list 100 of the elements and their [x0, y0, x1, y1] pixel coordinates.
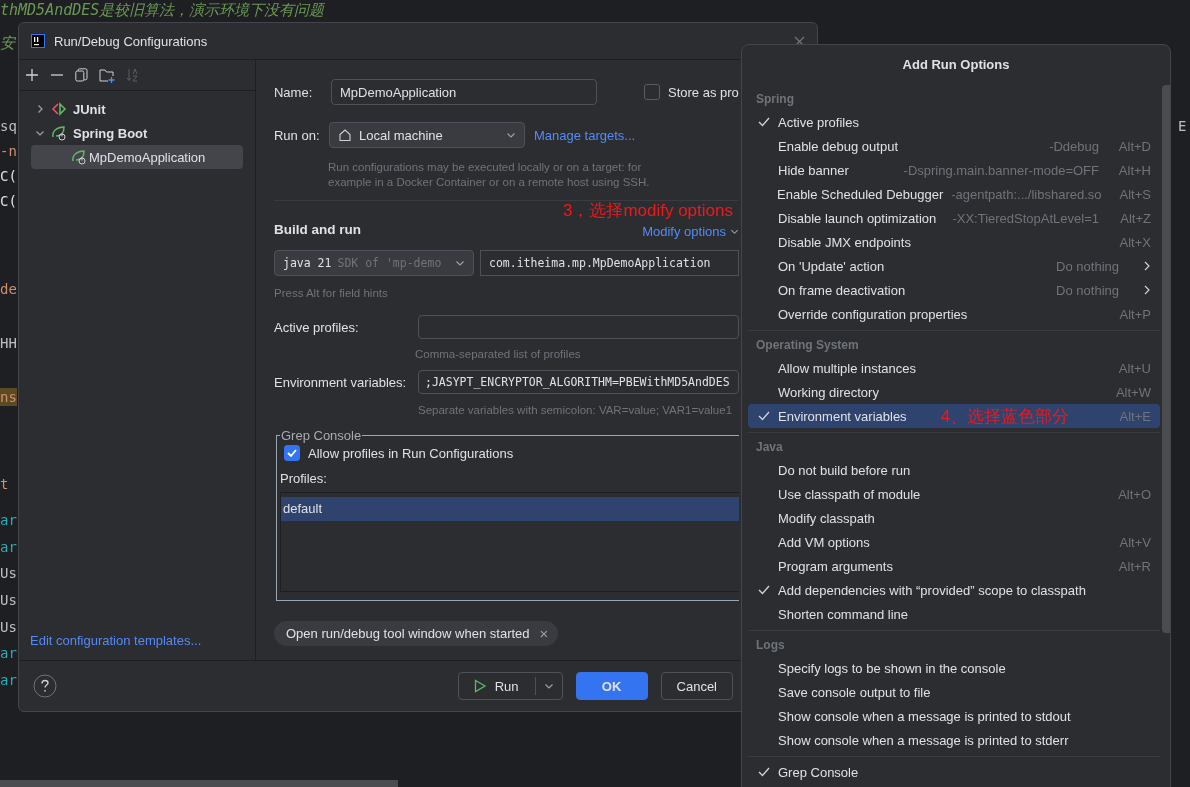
menu-item-label: Shorten command line [778, 606, 909, 622]
menu-item[interactable]: Do not build before run [748, 458, 1160, 482]
popup-title: Add Run Options [901, 56, 1011, 74]
field-label: Active profiles: [274, 319, 360, 335]
tree-item[interactable]: JUnit [31, 97, 243, 121]
shortcut-text: Alt+D [1117, 138, 1151, 154]
section-header: Logs [755, 637, 786, 654]
code-fragment: ns [0, 388, 17, 406]
chevron-right-icon [1143, 285, 1151, 295]
menu-item[interactable]: Specify logs to be shown in the console [748, 656, 1160, 680]
edit-templates-link[interactable]: Edit configuration templates... [19, 633, 255, 660]
menu-item[interactable]: Enable debug output -Ddebug Alt+D [748, 134, 1160, 158]
environment-variables-field[interactable]: ;JASYPT_ENCRYPTOR_ALGORITHM=PBEWithMD5AndDES [418, 370, 739, 394]
checkbox-label: Store as pro [668, 84, 739, 100]
close-icon[interactable] [794, 35, 805, 47]
menu-item-label: Active profiles [778, 114, 859, 130]
shortcut-text: Alt+Z [1119, 210, 1151, 226]
list-item[interactable]: default [281, 497, 739, 521]
code-fragment: Us [0, 591, 17, 609]
scrollbar[interactable] [0, 780, 398, 787]
menu-item[interactable]: Override configuration properties Alt+P [748, 302, 1160, 326]
add-icon[interactable] [25, 68, 39, 82]
menu-item[interactable]: Environment variables 4、选择蓝色部分 Alt+E [748, 404, 1160, 428]
menu-item[interactable]: Show console when a message is printed to stderr [748, 728, 1160, 752]
scrollbar-thumb[interactable] [1162, 85, 1170, 633]
section-header: Java [755, 439, 784, 456]
menu-item[interactable]: Hide banner -Dspring.main.banner-mode=OFF Alt+H [748, 158, 1160, 182]
jdk-dropdown[interactable]: java 21 SDK of 'mp-demo [274, 250, 474, 276]
code-fragment: ar [0, 538, 17, 556]
hint-text: Run configurations may be executed locally or on a target: for example in a Docker Container or on a remote host using SSH. [328, 160, 651, 190]
chevron-down-icon[interactable] [35, 128, 45, 138]
menu-item-label: Use classpath of module [778, 486, 921, 502]
group-title: Grep Console [280, 428, 363, 443]
chevron-right-icon[interactable] [35, 104, 45, 114]
menu-item[interactable]: On 'Update' action Do nothing [748, 254, 1160, 278]
menu-item-label: Allow multiple instances [778, 360, 916, 376]
menu-item-label: Hide banner [778, 162, 849, 178]
menu-item-label: Enable debug output [778, 138, 898, 154]
copy-icon[interactable] [75, 68, 88, 82]
active-profiles-field[interactable] [418, 315, 739, 339]
modify-options-link[interactable]: Modify options [642, 224, 739, 239]
menu-item[interactable]: Program arguments Alt+R [748, 554, 1160, 578]
menu-item[interactable]: Use classpath of module Alt+O [748, 482, 1160, 506]
checkbox[interactable] [644, 84, 660, 100]
run-button[interactable]: Run [457, 672, 563, 700]
manage-targets-link[interactable]: Manage targets... [534, 127, 636, 143]
menu-item-label: Add dependencies with “provided” scope to classpath [778, 582, 1086, 598]
help-icon[interactable] [33, 674, 57, 698]
menu-item[interactable]: On frame deactivation Do nothing [748, 278, 1160, 302]
checkbox[interactable] [284, 445, 300, 461]
shortcut-text: Alt+O [1117, 486, 1151, 502]
name-field[interactable]: MpDemoApplication [331, 79, 597, 105]
code-comment: thMD5AndDES是较旧算法，演示环境下没有问题 [0, 1, 325, 19]
code-fragment: ar [0, 644, 17, 662]
leaf-power-icon [51, 125, 67, 141]
menu-item[interactable]: Grep Console [748, 760, 1160, 784]
code-fragment: E [1178, 117, 1187, 135]
menu-item[interactable]: Add dependencies with “provided” scope to classpath [748, 578, 1160, 602]
menu-item[interactable]: Working directory Alt+W [748, 380, 1160, 404]
field-label: Name: [274, 84, 314, 100]
code-fragment: ar [0, 671, 17, 689]
tree-item[interactable]: Spring Boot [31, 121, 243, 145]
leaf-power-icon [71, 149, 87, 165]
annotation-text: 3，选择modify options [562, 200, 733, 222]
chevron-right-icon [1143, 261, 1151, 271]
menu-item[interactable]: Modify classpath [748, 506, 1160, 530]
code-fragment: C( [0, 167, 17, 185]
menu-item[interactable]: Disable JMX endpoints Alt+X [748, 230, 1160, 254]
annotation-text: 4、选择蓝色部分 [940, 405, 1070, 428]
new-folder-icon[interactable] [99, 67, 115, 83]
tree-item[interactable]: MpDemoApplication [31, 145, 243, 169]
chevron-down-icon [506, 130, 516, 140]
chip-label: Open run/debug tool window when started [286, 626, 530, 641]
hint-text: Press Alt for field hints [274, 286, 389, 301]
menu-item[interactable]: Disable launch optimization -XX:TieredStopAtLevel=1 Alt+Z [748, 206, 1160, 230]
section-header: Operating System [755, 337, 860, 354]
menu-item[interactable]: Enable Scheduled Debugger -agentpath:.../libshared.so Alt+S [748, 182, 1160, 206]
menu-item[interactable]: Allow multiple instances Alt+U [748, 356, 1160, 380]
menu-item-label: Environment variables [778, 408, 907, 424]
run-on-dropdown[interactable]: Local machine [329, 122, 525, 148]
remove-button[interactable]: × [539, 626, 549, 641]
menu-item[interactable]: Show console when a message is printed to stdout [748, 704, 1160, 728]
code-fragment: sq [0, 117, 17, 135]
shortcut-text: Alt+R [1117, 558, 1151, 574]
cancel-button[interactable]: Cancel [660, 672, 733, 700]
code-comment: 安 [0, 34, 15, 52]
option-hint: Do nothing [1056, 258, 1119, 274]
code-fragment: Us [0, 564, 17, 582]
junit-icon [51, 102, 67, 116]
menu-item[interactable]: Add VM options Alt+V [748, 530, 1160, 554]
menu-item-label: Specify logs to be shown in the console [778, 660, 1006, 676]
hint-text: Comma-separated list of profiles [415, 347, 582, 362]
chevron-down-icon [455, 258, 465, 268]
menu-item[interactable]: Active profiles [748, 110, 1160, 134]
menu-item[interactable]: Shorten command line [748, 602, 1160, 626]
menu-item-label: Show console when a message is printed to stdout [778, 708, 1071, 724]
main-class-field[interactable]: com.itheima.mp.MpDemoApplication [480, 250, 739, 276]
menu-item[interactable]: Save console output to file [748, 680, 1160, 704]
shortcut-text: Alt+P [1118, 306, 1151, 322]
shortcut-text: Alt+H [1117, 162, 1151, 178]
